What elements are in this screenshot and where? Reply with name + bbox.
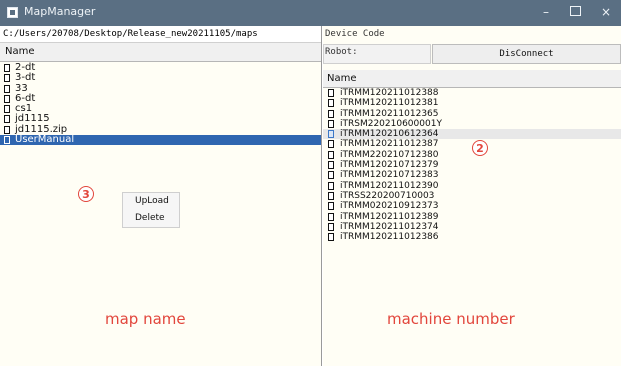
file-icon [328, 161, 334, 170]
list-item-label: iTRSM220210600001Y [340, 118, 442, 129]
map-list-pane: C:/Users/20708/Desktop/Release_new202111… [0, 26, 322, 366]
annotation-map-name: map name [105, 310, 186, 328]
list-item-label: iTRMM120211012390 [340, 180, 439, 191]
list-item[interactable]: iTRMM120211012390 [323, 181, 621, 191]
device-code-label: Device Code [325, 29, 385, 39]
file-icon [4, 115, 10, 124]
list-item-label: iTRMM120211012388 [340, 88, 439, 98]
file-icon [328, 202, 334, 211]
list-item-label: iTRMM120210712379 [340, 160, 439, 171]
machine-list-pane: Device Code Robot: DisConnect Name iTRMM… [323, 26, 621, 366]
list-item-label: iTRMM120210712383 [340, 170, 439, 181]
list-item[interactable]: 33 [0, 83, 321, 94]
list-item[interactable]: iTRMM120211012374 [323, 222, 621, 232]
file-icon [4, 105, 10, 114]
list-item-label: iTRMM120211012386 [340, 232, 439, 243]
list-item[interactable]: iTRMM120211012365 [323, 109, 621, 119]
list-item-label: iTRMM220210712380 [340, 149, 439, 160]
list-item-label: iTRSS220200710003 [340, 190, 435, 201]
list-item-label: iTRMM020210912373 [340, 201, 439, 212]
list-item[interactable]: iTRMM120211012381 [323, 98, 621, 108]
machine-list-header[interactable]: Name [323, 70, 621, 88]
list-item-label: UserManual [15, 134, 75, 146]
maximize-icon [569, 6, 581, 16]
app-icon [7, 7, 18, 18]
file-icon [328, 181, 334, 190]
file-icon [4, 84, 10, 93]
file-icon [328, 130, 334, 139]
list-item[interactable]: 3-dt [0, 73, 321, 83]
annotation-machine-number: machine number [387, 310, 515, 328]
close-button[interactable]: × [591, 0, 621, 26]
title-bar: MapManager – × [0, 0, 621, 26]
window-title: MapManager [24, 5, 96, 18]
file-icon [328, 89, 334, 97]
file-icon [328, 119, 334, 128]
list-item[interactable]: iTRMM120211012389 [323, 212, 621, 222]
list-item-label: iTRMM120211012387 [340, 139, 439, 150]
list-item[interactable]: iTRSS220200710003 [323, 191, 621, 201]
list-item-label: iTRMM120211012374 [340, 221, 439, 232]
map-list-header[interactable]: Name [0, 43, 321, 62]
list-item[interactable]: iTRSM220210600001Y [323, 119, 621, 129]
file-icon [328, 171, 334, 180]
file-icon [4, 94, 10, 103]
list-item-label: iTRMM120211012389 [340, 211, 439, 222]
list-item-label: iTRMM120211012365 [340, 108, 439, 119]
list-item[interactable]: iTRMM120211012388 [323, 88, 621, 98]
file-icon [328, 150, 334, 159]
maximize-button[interactable] [560, 0, 590, 26]
list-item[interactable]: iTRMM120211012386 [323, 232, 621, 242]
list-item-hovered[interactable]: iTRMM120210612364 [323, 129, 621, 140]
map-list: 2-dt 3-dt 33 6-dt cs1 jd1115 jd1115.zip … [0, 63, 321, 146]
list-item[interactable]: 6-dt [0, 93, 321, 104]
file-icon [4, 74, 10, 83]
list-item-selected[interactable]: UserManual [0, 134, 321, 146]
file-icon [328, 212, 334, 221]
disconnect-button[interactable]: DisConnect [432, 44, 621, 64]
file-icon [328, 233, 334, 242]
list-item[interactable]: iTRMM120210712383 [323, 170, 621, 180]
delete-menu-item[interactable]: Delete [123, 210, 179, 227]
minimize-button[interactable]: – [531, 0, 561, 26]
file-icon [328, 191, 334, 200]
machine-list: iTRMM120211012388 iTRMM120211012381 iTRM… [323, 88, 621, 242]
list-item[interactable]: 2-dt [0, 63, 321, 73]
list-item-label: iTRMM120210612364 [340, 129, 439, 140]
upload-menu-item[interactable]: UpLoad [123, 193, 179, 210]
file-icon [4, 64, 10, 72]
list-item-label: iTRMM120211012381 [340, 98, 439, 109]
robot-label: Robot: [325, 47, 358, 57]
file-icon [4, 125, 10, 134]
file-icon [328, 140, 334, 149]
list-item[interactable]: iTRMM120210712379 [323, 160, 621, 170]
list-item[interactable]: iTRMM020210912373 [323, 201, 621, 211]
annotation-marker-3: 3 [78, 186, 94, 202]
file-icon [328, 99, 334, 108]
context-menu: UpLoad Delete [122, 192, 180, 228]
file-icon [328, 222, 334, 231]
annotation-marker-2: 2 [472, 140, 488, 156]
map-path-field[interactable]: C:/Users/20708/Desktop/Release_new202111… [0, 26, 321, 43]
file-icon [328, 109, 334, 118]
file-icon [4, 136, 10, 145]
